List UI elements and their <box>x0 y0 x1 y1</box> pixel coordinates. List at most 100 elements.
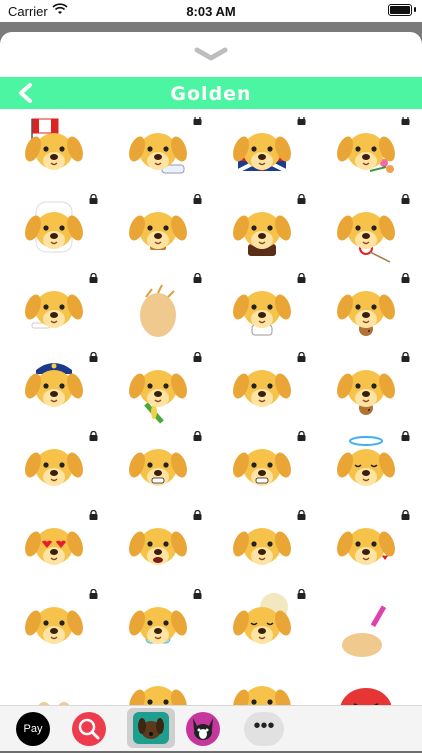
lock-icon <box>81 194 98 204</box>
lock-icon <box>393 431 410 441</box>
sticker-browser-sheet: Golden <box>0 32 422 705</box>
golden-retriever-icon <box>233 593 291 644</box>
lock-icon <box>185 273 202 283</box>
lock-icon <box>289 589 306 599</box>
header-bar: Golden <box>0 77 422 109</box>
golden-dog-app-icon[interactable] <box>127 708 175 748</box>
golden-retriever-icon <box>129 449 187 486</box>
golden-retriever-icon <box>38 702 70 705</box>
sticker-bone[interactable] <box>8 273 98 351</box>
golden-retriever-icon <box>233 212 291 256</box>
page-title: Golden <box>170 83 252 105</box>
boston-terrier-app-icon[interactable] <box>186 712 220 746</box>
golden-retriever-icon <box>342 605 387 657</box>
lock-icon <box>81 273 98 283</box>
golden-retriever-icon <box>129 133 187 174</box>
sticker-corn[interactable] <box>112 352 202 430</box>
golden-retriever-icon <box>340 688 392 705</box>
sticker-grimace[interactable] <box>112 431 202 509</box>
sticker-peek-2[interactable] <box>216 670 306 705</box>
golden-retriever-icon <box>233 133 291 173</box>
lock-icon <box>185 510 202 520</box>
lock-icon <box>289 273 306 283</box>
golden-retriever-icon <box>337 370 395 415</box>
search-images-icon[interactable] <box>72 712 106 746</box>
sticker-kiss[interactable] <box>320 510 410 588</box>
sticker-grid <box>8 117 420 705</box>
golden-retriever-icon <box>140 284 176 337</box>
golden-retriever-icon <box>337 528 395 565</box>
lock-icon <box>81 431 98 441</box>
sticker-canada-flag[interactable] <box>8 117 98 193</box>
lock-icon <box>81 352 98 362</box>
lock-icon <box>393 510 410 520</box>
more-apps-icon[interactable]: ••• <box>244 712 284 746</box>
sticker-baby-bottle[interactable] <box>112 117 202 193</box>
golden-retriever-icon <box>25 291 83 329</box>
sticker-heart-eyes[interactable] <box>8 510 98 588</box>
golden-retriever-icon <box>233 686 291 705</box>
lock-icon <box>393 117 410 125</box>
lock-icon <box>185 117 202 125</box>
sticker-face-mask[interactable] <box>112 589 202 667</box>
collapse-chevron-icon[interactable] <box>191 46 231 62</box>
sticker-moon-sleep[interactable] <box>216 589 306 667</box>
lock-icon <box>289 194 306 204</box>
sticker-grin[interactable] <box>216 431 306 509</box>
lock-icon <box>185 589 202 599</box>
sticker-open-mouth[interactable] <box>112 510 202 588</box>
sticker-uk-flag-sign[interactable] <box>216 117 306 193</box>
lock-icon <box>185 194 202 204</box>
golden-retriever-icon <box>337 133 395 173</box>
sticker-angry[interactable] <box>320 670 410 705</box>
apple-pay-icon[interactable]: Pay <box>16 712 50 746</box>
golden-retriever-icon <box>25 363 83 407</box>
sticker-blushing[interactable] <box>8 431 98 509</box>
sticker-peek[interactable] <box>112 670 202 705</box>
golden-retriever-icon <box>25 201 83 253</box>
golden-retriever-icon <box>129 370 187 424</box>
golden-retriever-icon <box>233 291 291 336</box>
lock-icon <box>289 117 306 125</box>
golden-retriever-icon <box>233 449 291 486</box>
lock-icon <box>289 431 306 441</box>
golden-retriever-icon <box>337 212 395 263</box>
golden-retriever-icon <box>129 686 187 705</box>
sticker-coffee-cup[interactable] <box>216 273 306 351</box>
golden-retriever-icon <box>233 370 291 407</box>
golden-retriever-icon <box>25 528 83 565</box>
golden-retriever-icon <box>233 528 291 565</box>
sticker-birthday-cake[interactable] <box>216 194 306 272</box>
golden-retriever-icon <box>25 607 83 644</box>
battery-cap <box>414 7 416 12</box>
golden-retriever-icon <box>129 212 187 250</box>
sticker-angel-halo[interactable] <box>320 431 410 509</box>
golden-retriever-icon <box>337 436 395 486</box>
sticker-burger[interactable] <box>112 194 202 272</box>
clock: 8:03 AM <box>186 4 236 19</box>
sticker-bouquet[interactable] <box>320 117 410 193</box>
golden-retriever-icon <box>25 118 83 170</box>
imessage-app-drawer: Pay ••• <box>0 705 422 751</box>
apple-pay-label: Pay <box>23 723 43 735</box>
golden-retriever-icon <box>337 291 395 336</box>
sticker-tooth[interactable] <box>8 194 98 272</box>
sticker-paws[interactable] <box>8 670 98 705</box>
sticker-donut[interactable] <box>320 352 410 430</box>
lock-icon <box>289 352 306 362</box>
sticker-neutral[interactable] <box>8 589 98 667</box>
sticker-clapping-hands[interactable] <box>112 273 202 351</box>
sticker-cookie[interactable] <box>320 273 410 351</box>
lock-icon <box>393 352 410 362</box>
sticker-police-hat[interactable] <box>8 352 98 430</box>
lock-icon <box>185 431 202 441</box>
sticker-lollipop[interactable] <box>320 194 410 272</box>
lock-icon <box>81 589 98 599</box>
sticker-nail-polish[interactable] <box>320 591 410 667</box>
lock-icon <box>393 194 410 204</box>
sticker-smile[interactable] <box>216 510 306 588</box>
battery-icon <box>388 4 412 16</box>
golden-retriever-icon <box>25 449 83 486</box>
golden-retriever-icon <box>129 607 187 644</box>
sticker-tear[interactable] <box>216 352 306 430</box>
